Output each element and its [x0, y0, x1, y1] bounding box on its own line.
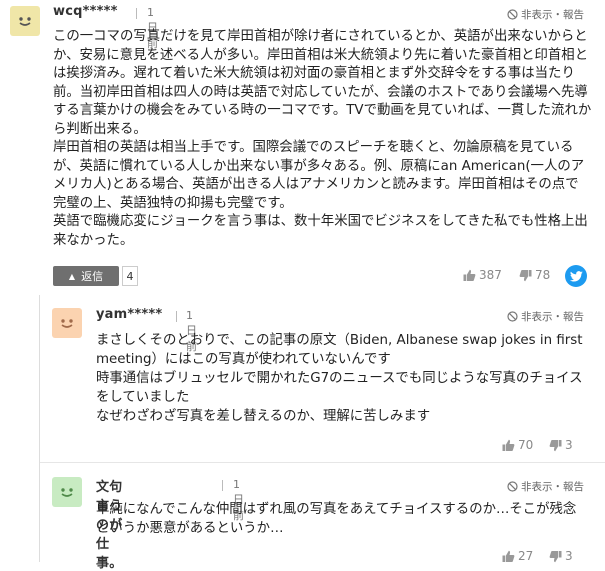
like-count: 387 [479, 268, 502, 282]
like-button[interactable]: 70 [502, 438, 533, 452]
dislike-button[interactable]: 78 [519, 268, 550, 282]
twitter-bird-icon [569, 270, 583, 281]
comment-body: この一コマの写真だけを見て岸田首相が除け者にされているとか、英語が出来ないからと… [53, 28, 591, 250]
thumbs-up-icon [463, 269, 476, 281]
comment-line: をしていました [96, 390, 190, 405]
comment-line: 時事通信はブリュッセルで開かれたG7のニュースでも同じような写真のチョイス [96, 371, 583, 386]
caret-up-icon: ▲ [68, 271, 76, 281]
avatar [52, 308, 82, 338]
comment-line: 前。当初岸田首相は四人の時は英語で対応していたが、会議のホストであり会議場へ先導 [53, 84, 588, 100]
comment-line: 英語で臨機応変にジョークを言う事は、数十年米国でビジネスをしてきた私でも性格上出 [53, 214, 588, 229]
divider [136, 8, 137, 19]
comment-body: 単純になんでこんな仲間はずれ風の写真をあえてチョイスするのか…そこが残念 という… [96, 500, 576, 538]
comment-line: なぜわざわざ写真を差し替えるのか、理解に苦しみます [96, 409, 431, 424]
thumbs-down-icon [549, 550, 562, 562]
hide-report-label: 非表示・報告 [521, 311, 584, 323]
hide-report-link[interactable]: 非表示・報告 [507, 479, 584, 494]
reply-count-badge: 4 [122, 266, 138, 286]
thumbs-up-icon [502, 550, 515, 562]
avatar [10, 6, 40, 36]
thumbs-up-icon [502, 439, 515, 451]
dislike-count: 3 [565, 438, 573, 452]
dislike-count: 3 [565, 549, 573, 563]
comment-line: というか悪意があるというか… [96, 521, 284, 536]
block-icon [507, 311, 518, 322]
reply-toggle-button[interactable]: ▲ 返信 [53, 266, 119, 286]
hide-report-label: 非表示・報告 [521, 481, 584, 493]
thumbs-down-icon [519, 269, 532, 281]
block-icon [507, 481, 518, 492]
divider [176, 311, 177, 322]
thumbs-down-icon [549, 439, 562, 451]
smile-face-icon [61, 319, 73, 328]
block-icon [507, 9, 518, 20]
reply-button-label: 返信 [81, 270, 104, 283]
comment-line: 岸田首相の英語は相当上手です。国際会議でのスピーチを聴くと、勿論原稿を見ている [53, 140, 574, 155]
smile-face-icon [61, 488, 73, 497]
comment-line: この一コマの写真だけを見て岸田首相が除け者にされているとか、英語が出来ないからと [53, 29, 588, 44]
comment-line: 単純になんでこんな仲間はずれ風の写真をあえてチョイスするのか…そこが残念 [96, 502, 577, 517]
like-count: 27 [518, 549, 534, 563]
like-button[interactable]: 27 [502, 549, 533, 563]
comment-line: メリカ人)とある場合、英語が出きる人はアナメリカンと読みます。岸田首相はその点で [53, 177, 579, 192]
comment-line: 来なかった。 [53, 232, 134, 248]
comment-body: まさしくそのとおりで、この記事の原文（Biden, Albanese swap … [96, 331, 583, 426]
smile-face-icon [19, 17, 31, 26]
reply-divider [40, 462, 605, 463]
hide-report-link[interactable]: 非表示・報告 [507, 309, 584, 324]
comment-line: は挨拶済み。遅れて着いた米大統領は初対面の豪首相とまず外交辞令をする事は当たり [53, 66, 575, 81]
comment-line: 完璧の上、英語独特の抑揚も完璧です。 [53, 195, 293, 211]
twitter-share-button[interactable] [565, 265, 587, 287]
hide-report-label: 非表示・報告 [521, 9, 584, 21]
divider [222, 480, 223, 491]
comment-line: する言葉かけの機会をみている時の一コマです。TVで動画を見ていれば、一貫した流れ… [53, 103, 592, 118]
username[interactable]: wcq***** [53, 4, 118, 19]
comment-line: meeting）にはこの写真が使われていないんです [96, 352, 391, 367]
comment-line: まさしくそのとおりで、この記事の原文（Biden, Albanese swap … [96, 333, 583, 348]
avatar [52, 477, 82, 507]
comment-line: が、英語に慣れている人しか出来ない事が多々ある。例、原稿にan American… [53, 158, 585, 174]
replies-indent-rule [39, 295, 40, 562]
comment-line: ら判断出来る。 [53, 121, 147, 137]
comment-line: か、安易に意見を述べる人が多い。岸田首相は米大統領より先に着いた豪首相と印首相と [53, 47, 589, 63]
dislike-button[interactable]: 3 [549, 549, 573, 563]
username[interactable]: yam***** [96, 307, 162, 322]
dislike-count: 78 [535, 268, 551, 282]
dislike-button[interactable]: 3 [549, 438, 573, 452]
like-button[interactable]: 387 [463, 268, 502, 282]
like-count: 70 [518, 438, 534, 452]
hide-report-link[interactable]: 非表示・報告 [507, 7, 584, 22]
